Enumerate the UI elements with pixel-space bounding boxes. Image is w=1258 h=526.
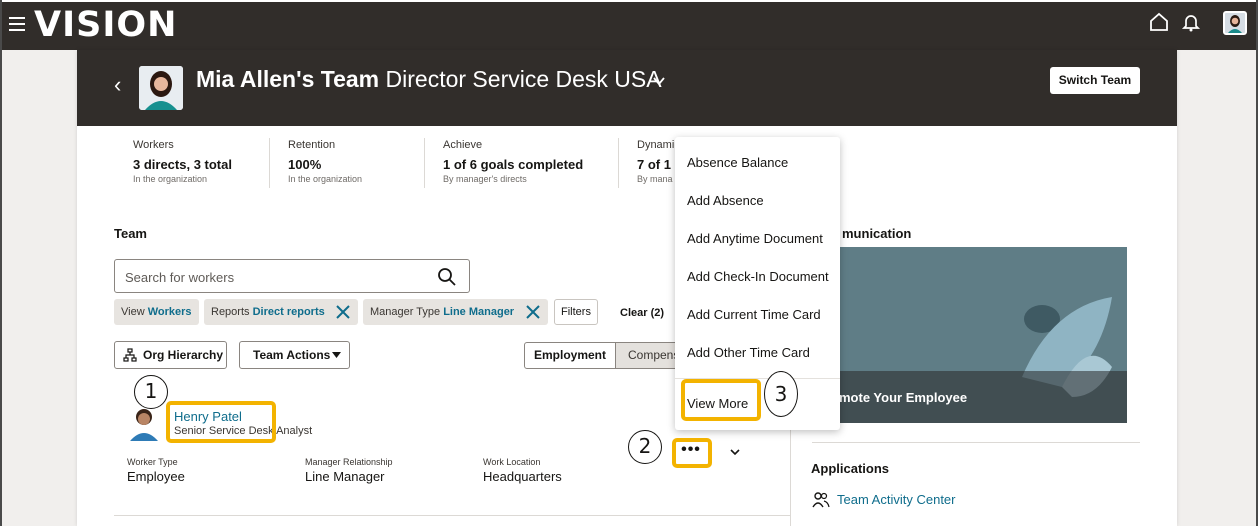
metric-label: Workers bbox=[133, 139, 174, 151]
team-owner-name: Mia Allen's Team bbox=[196, 66, 380, 92]
metric-sub: By manager's directs bbox=[443, 174, 527, 184]
org-hierarchy-label: Org Hierarchy bbox=[143, 348, 224, 362]
team-activity-center-link[interactable]: Team Activity Center bbox=[837, 492, 956, 507]
clear-filters-button[interactable]: Clear (2) bbox=[620, 307, 664, 319]
user-avatar[interactable] bbox=[1223, 11, 1247, 35]
metric-value: 1 of 6 goals completed bbox=[443, 157, 584, 172]
highlight-more-button bbox=[672, 438, 712, 468]
callout-step-1: 1 bbox=[134, 375, 168, 409]
worker-photo bbox=[128, 405, 162, 441]
close-icon[interactable] bbox=[334, 303, 352, 321]
org-hierarchy-icon bbox=[123, 348, 137, 362]
global-header: VISION bbox=[2, 2, 1256, 50]
menu-item-add-absence[interactable]: Add Absence bbox=[687, 193, 764, 208]
metric-label: Retention bbox=[288, 139, 336, 151]
metric-achieve[interactable]: Achieve 1 of 6 goals completed By manage… bbox=[443, 139, 583, 189]
highlight-view-more bbox=[681, 379, 761, 421]
chip-value: Line Manager bbox=[443, 306, 515, 318]
search-input[interactable]: Search for workers bbox=[114, 259, 470, 293]
chip-label: Reports bbox=[211, 306, 250, 318]
filter-chip-view[interactable]: View Workers bbox=[114, 299, 199, 325]
manager-avatar bbox=[139, 66, 183, 110]
filters-button[interactable]: Filters bbox=[554, 299, 598, 325]
manager-photo bbox=[139, 66, 183, 110]
hamburger-icon[interactable] bbox=[9, 17, 25, 31]
page-title: Mia Allen's Team Director Service Desk U… bbox=[196, 66, 662, 93]
metric-sub: By mana bbox=[637, 174, 673, 184]
metric-dynamic[interactable]: Dynami 7 of 1 By mana bbox=[637, 139, 674, 189]
worker-avatar bbox=[128, 405, 162, 441]
back-chevron-icon[interactable]: ‹ bbox=[114, 72, 121, 98]
user-avatar-image bbox=[1228, 15, 1242, 33]
metric-label: Dynami bbox=[637, 139, 675, 151]
switch-team-button[interactable]: Switch Team bbox=[1050, 67, 1140, 94]
metric-divider bbox=[618, 138, 619, 188]
team-actions-label: Team Actions bbox=[253, 348, 331, 362]
metric-divider bbox=[424, 138, 425, 188]
chevron-down-icon[interactable] bbox=[652, 74, 666, 88]
worker-type-value: Employee bbox=[127, 469, 185, 484]
applications-heading: Applications bbox=[811, 461, 890, 476]
work-location-label: Work Location bbox=[483, 457, 541, 467]
callout-step-2: 2 bbox=[628, 430, 662, 464]
brand-logo[interactable]: VISION bbox=[34, 5, 177, 45]
team-heading: Team bbox=[114, 226, 147, 241]
promo-title[interactable]: romote Your Employee bbox=[826, 390, 967, 405]
applications-divider bbox=[812, 442, 1140, 443]
metric-workers[interactable]: Workers 3 directs, 3 total In the organi… bbox=[133, 139, 232, 189]
team-activity-icon bbox=[812, 492, 830, 508]
manager-relationship-value: Line Manager bbox=[305, 469, 385, 484]
work-location-value: Headquarters bbox=[483, 469, 562, 484]
expand-chevron-icon[interactable] bbox=[729, 447, 741, 457]
org-hierarchy-button[interactable]: Org Hierarchy bbox=[114, 341, 227, 369]
manager-position: Director Service Desk USA bbox=[385, 66, 662, 92]
chip-label: View bbox=[121, 306, 145, 318]
menu-item-add-other-time-card[interactable]: Add Other Time Card bbox=[687, 345, 810, 360]
search-placeholder: Search for workers bbox=[125, 270, 235, 285]
bell-icon[interactable] bbox=[1180, 11, 1202, 33]
home-icon[interactable] bbox=[1148, 11, 1170, 33]
filter-chip-manager-type[interactable]: Manager Type Line Manager bbox=[363, 299, 548, 325]
metric-label: Achieve bbox=[443, 139, 483, 151]
menu-item-absence-balance[interactable]: Absence Balance bbox=[687, 155, 788, 170]
menu-item-add-current-time-card[interactable]: Add Current Time Card bbox=[687, 307, 821, 322]
tab-compensation[interactable]: Compens bbox=[616, 342, 676, 369]
menu-item-add-anytime-document[interactable]: Add Anytime Document bbox=[687, 231, 823, 246]
caret-down-icon bbox=[332, 352, 341, 358]
metric-value: 100% bbox=[288, 157, 322, 172]
column-divider bbox=[790, 420, 791, 526]
tab-employment[interactable]: Employment bbox=[524, 342, 616, 369]
manager-relationship-label: Manager Relationship bbox=[305, 457, 393, 467]
metric-retention[interactable]: Retention 100% In the organization bbox=[288, 139, 362, 189]
menu-item-add-check-in-document[interactable]: Add Check-In Document bbox=[687, 269, 829, 284]
callout-step-3: 3 bbox=[764, 371, 798, 417]
chip-label: Manager Type bbox=[370, 306, 441, 318]
search-icon[interactable] bbox=[437, 267, 457, 287]
metric-divider bbox=[269, 138, 270, 188]
chip-value: Workers bbox=[147, 306, 192, 318]
metric-value: 7 of 1 bbox=[637, 157, 671, 172]
highlight-worker-name bbox=[166, 401, 276, 443]
worker-type-label: Worker Type bbox=[127, 457, 178, 467]
metric-value: 3 directs, 3 total bbox=[133, 157, 232, 172]
team-actions-button[interactable]: Team Actions bbox=[239, 341, 350, 369]
close-icon[interactable] bbox=[524, 303, 542, 321]
metric-sub: In the organization bbox=[288, 174, 363, 184]
chip-value: Direct reports bbox=[252, 306, 325, 318]
metric-sub: In the organization bbox=[133, 174, 208, 184]
communication-heading: munication bbox=[842, 226, 912, 241]
row-divider bbox=[114, 515, 790, 516]
